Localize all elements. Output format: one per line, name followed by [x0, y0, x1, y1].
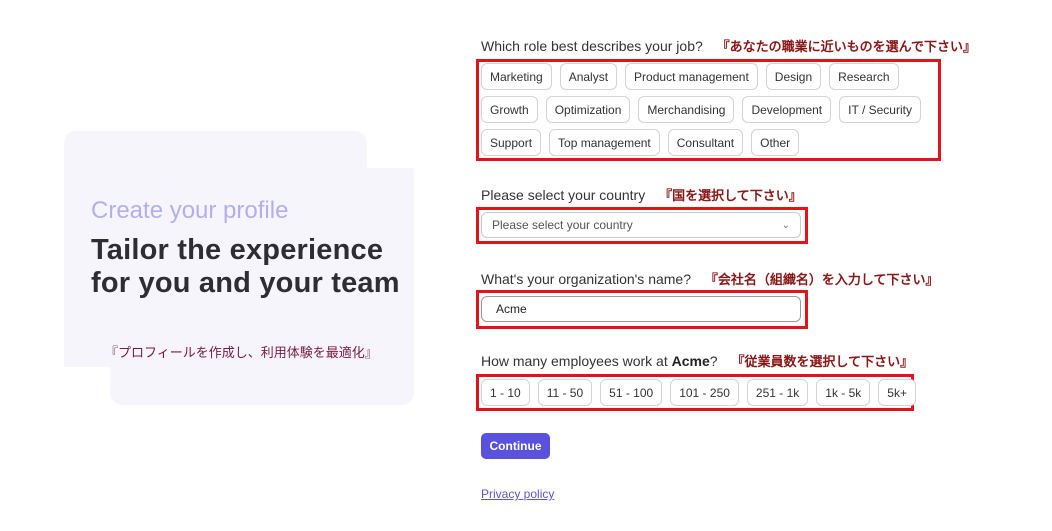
employees-question: How many employees work at Acme? 『従業員数を選…	[481, 351, 913, 370]
employee-option-101-250[interactable]: 101 - 250	[670, 379, 739, 406]
role-option-design[interactable]: Design	[765, 63, 822, 90]
role-option-product-management[interactable]: Product management	[625, 63, 758, 90]
employee-option-251-1k[interactable]: 251 - 1k	[746, 379, 809, 406]
role-option-other[interactable]: Other	[751, 129, 800, 156]
role-question-text: Which role best describes your job?	[481, 38, 703, 54]
card-heading: Create your profile	[91, 197, 289, 224]
employee-option-51-100[interactable]: 51 - 100	[600, 379, 663, 406]
country-select[interactable]: Please select your country ⌄	[481, 212, 801, 238]
country-question-text: Please select your country	[481, 187, 646, 203]
card-title: Tailor the experience for you and your t…	[91, 234, 400, 299]
privacy-policy-link[interactable]: Privacy policy	[481, 487, 554, 501]
employees-question-suffix: ?	[709, 353, 718, 369]
role-option-growth[interactable]: Growth	[481, 96, 538, 123]
country-select-placeholder: Please select your country	[492, 218, 633, 232]
role-option-support[interactable]: Support	[481, 129, 542, 156]
role-options-row-1: Marketing Analyst Product management Des…	[481, 63, 899, 90]
country-question: Please select your country 『国を選択して下さい』	[481, 185, 802, 204]
role-option-development[interactable]: Development	[742, 96, 832, 123]
role-option-consultant[interactable]: Consultant	[667, 129, 744, 156]
role-option-marketing[interactable]: Marketing	[481, 63, 552, 90]
role-option-merchandising[interactable]: Merchandising	[638, 96, 735, 123]
role-option-it-security[interactable]: IT / Security	[839, 96, 921, 123]
employees-question-jp: 『従業員数を選択して下さい』	[731, 355, 914, 370]
role-option-optimization[interactable]: Optimization	[545, 96, 631, 123]
employee-option-11-50[interactable]: 11 - 50	[537, 379, 593, 406]
role-options-row-3: Support Top management Consultant Other	[481, 129, 800, 156]
role-question: Which role best describes your job? 『あなた…	[481, 36, 976, 55]
role-option-analyst[interactable]: Analyst	[559, 63, 618, 90]
continue-button[interactable]: Continue	[481, 433, 550, 459]
role-option-research[interactable]: Research	[829, 63, 899, 90]
country-question-jp: 『国を選択して下さい』	[659, 189, 802, 204]
org-question-jp: 『会社名（組織名）を入力して下さい』	[704, 273, 939, 288]
org-question: What's your organization's name? 『会社名（組織…	[481, 269, 939, 288]
org-name-input[interactable]: Acme	[481, 296, 801, 322]
org-name-value: Acme	[496, 302, 527, 316]
profile-card: Create your profile Tailor the experienc…	[91, 198, 401, 300]
org-question-text: What's your organization's name?	[481, 271, 692, 287]
role-option-top-management[interactable]: Top management	[549, 129, 660, 156]
employees-question-prefix: How many employees work at	[481, 353, 668, 369]
role-options-row-2: Growth Optimization Merchandising Develo…	[481, 96, 921, 123]
chevron-down-icon: ⌄	[781, 219, 790, 231]
employees-question-org: Acme	[671, 353, 710, 369]
card-title-jp: 『プロフィールを作成し、利用体験を最適化』	[105, 346, 378, 361]
employee-option-5k-plus[interactable]: 5k+	[878, 379, 916, 406]
role-question-jp: 『あなたの職業に近いものを選んで下さい』	[716, 40, 977, 55]
employee-options-row: 1 - 10 11 - 50 51 - 100 101 - 250 251 - …	[481, 379, 916, 406]
employee-option-1-10[interactable]: 1 - 10	[481, 379, 530, 406]
employee-option-1k-5k[interactable]: 1k - 5k	[816, 379, 871, 406]
